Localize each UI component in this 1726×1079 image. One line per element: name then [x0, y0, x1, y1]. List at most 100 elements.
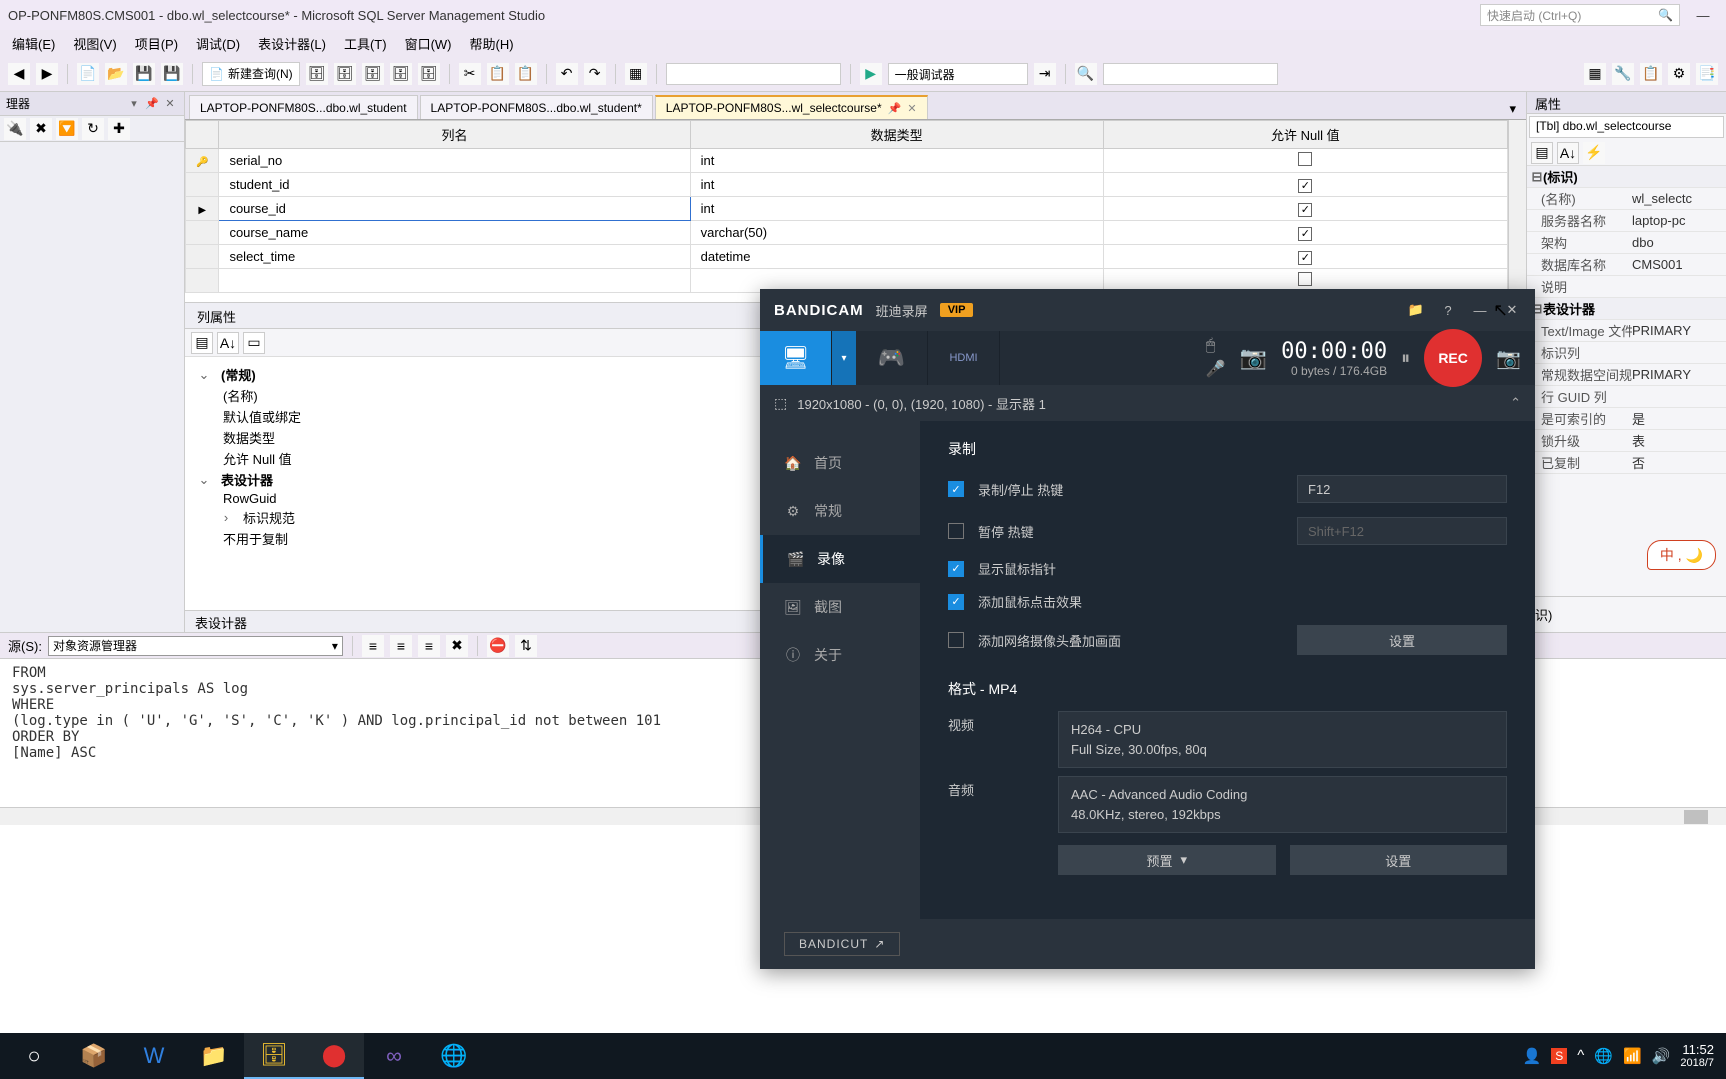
tab-wl-student-2[interactable]: LAPTOP-PONFM80S...dbo.wl_student*: [420, 95, 653, 119]
col-type-cell[interactable]: int: [690, 173, 1103, 197]
col-name-cell[interactable]: [219, 269, 690, 293]
tab-wl-selectcourse[interactable]: LAPTOP-PONFM80S...wl_selectcourse* 📌 ✕: [655, 95, 928, 119]
taskbar-vs-icon[interactable]: ∞: [364, 1033, 424, 1079]
db-icon-4[interactable]: 🗄: [390, 63, 412, 85]
properties-grid[interactable]: ⊟(标识) (名称)wl_selectc 服务器名称laptop-pc 架构db…: [1527, 166, 1726, 596]
copy-icon[interactable]: 📋: [487, 63, 509, 85]
webcam-toggle-icon[interactable]: 📷: [1240, 345, 1267, 371]
output-tool-4[interactable]: ✖: [446, 635, 468, 657]
execute-icon[interactable]: ▶: [860, 63, 882, 85]
taskbar-wps-icon[interactable]: W: [124, 1033, 184, 1079]
tab-overflow-icon[interactable]: ▾: [1503, 99, 1522, 119]
bandicam-titlebar[interactable]: BANDICAM 班迪录屏 VIP 📁 ? — ✕: [760, 289, 1535, 331]
header-allow-null[interactable]: 允许 Null 值: [1103, 121, 1507, 149]
col-null-cell[interactable]: [1103, 221, 1507, 245]
menu-view[interactable]: 视图(V): [65, 32, 124, 55]
new-icon[interactable]: 📄: [77, 63, 99, 85]
collapse-icon[interactable]: ⌃: [1510, 395, 1521, 411]
categorized-icon[interactable]: ▤: [191, 332, 213, 354]
events-icon[interactable]: ⚡: [1583, 142, 1605, 164]
menu-project[interactable]: 项目(P): [127, 32, 186, 55]
preset-button[interactable]: 预置▾: [1058, 845, 1276, 875]
sort-icon[interactable]: A↓: [217, 332, 239, 354]
col-type-cell[interactable]: datetime: [690, 245, 1103, 269]
header-data-type[interactable]: 数据类型: [690, 121, 1103, 149]
db-icon-3[interactable]: 🗄: [362, 63, 384, 85]
screenshot-icon[interactable]: 📷: [1496, 346, 1521, 371]
tray-sogou-icon[interactable]: S: [1551, 1048, 1567, 1064]
col-null-cell[interactable]: [1103, 245, 1507, 269]
output-tool-3[interactable]: ≡: [418, 635, 440, 657]
debug-step-icon[interactable]: ⇥: [1034, 63, 1056, 85]
ime-indicator[interactable]: 中 , 🌙: [1647, 540, 1716, 570]
nav-video[interactable]: 🎬录像: [760, 535, 920, 583]
col-name-cell[interactable]: student_id: [219, 173, 690, 197]
db-icon-5[interactable]: 🗄: [418, 63, 440, 85]
nav-about[interactable]: ⓘ关于: [760, 631, 920, 679]
save-icon[interactable]: 💾: [133, 63, 155, 85]
collapse-icon[interactable]: ⊟: [1531, 169, 1543, 185]
toolbox-icon-5[interactable]: 📑: [1696, 63, 1718, 85]
debug-combo[interactable]: 一般调试器: [888, 63, 1028, 85]
properties-object-selector[interactable]: [Tbl] dbo.wl_selectcourse: [1529, 116, 1724, 138]
scrollbar-thumb[interactable]: [1684, 810, 1708, 824]
input-record-hotkey[interactable]: F12: [1297, 475, 1507, 503]
settings-button[interactable]: 设置: [1297, 625, 1507, 655]
taskbar-browser-icon[interactable]: 🌐: [424, 1033, 484, 1079]
settings-button-2[interactable]: 设置: [1290, 845, 1508, 875]
pause-icon[interactable]: ⏸: [1401, 348, 1410, 369]
find-icon[interactable]: 🔍: [1075, 63, 1097, 85]
toolbox-icon-4[interactable]: ⚙: [1668, 63, 1690, 85]
checkbox-webcam-overlay[interactable]: [948, 632, 964, 648]
record-button[interactable]: REC: [1424, 329, 1482, 387]
menu-tools[interactable]: 工具(T): [336, 32, 395, 55]
new-query-button[interactable]: 📄 新建查询(N): [202, 62, 300, 86]
primary-key-icon[interactable]: [186, 149, 219, 173]
find-combo[interactable]: [1103, 63, 1278, 85]
tray-clock[interactable]: 11:52 2018/7: [1680, 1043, 1714, 1069]
taskbar-explorer-icon[interactable]: 📁: [184, 1033, 244, 1079]
refresh-icon[interactable]: ↻: [82, 118, 104, 140]
row-selector[interactable]: [186, 269, 219, 293]
tray-network-icon[interactable]: 🌐: [1594, 1047, 1613, 1065]
pin-icon[interactable]: 📌: [888, 102, 902, 115]
prop-server-value[interactable]: laptop-pc: [1632, 213, 1726, 228]
checkbox-record-hotkey[interactable]: ✓: [948, 481, 964, 497]
pages-icon[interactable]: ▭: [243, 332, 265, 354]
checkbox-pause-hotkey[interactable]: [948, 523, 964, 539]
tray-people-icon[interactable]: 👤: [1523, 1047, 1542, 1065]
select-area-icon[interactable]: ⬚: [774, 395, 787, 412]
col-name-cell[interactable]: select_time: [219, 245, 690, 269]
nav-home[interactable]: 🏠首页: [760, 439, 920, 487]
pin-icon[interactable]: 📌: [144, 96, 160, 112]
mic-toggle-icon[interactable]: 🖱🎤: [1206, 337, 1226, 379]
input-pause-hotkey[interactable]: Shift+F12: [1297, 517, 1507, 545]
tray-wifi-icon[interactable]: 📶: [1623, 1047, 1642, 1065]
add-icon[interactable]: ✚: [108, 118, 130, 140]
open-icon[interactable]: 📂: [105, 63, 127, 85]
menu-debug[interactable]: 调试(D): [188, 32, 248, 55]
toolbox-icon-2[interactable]: 🔧: [1612, 63, 1634, 85]
prop-db-value[interactable]: CMS001: [1632, 257, 1726, 272]
categorized-icon[interactable]: ▤: [1531, 142, 1553, 164]
filter-icon[interactable]: 🔽: [56, 118, 78, 140]
output-source-combo[interactable]: 对象资源管理器 ▾: [48, 636, 343, 656]
col-type-cell[interactable]: int: [690, 149, 1103, 173]
col-name-cell[interactable]: serial_no: [219, 149, 690, 173]
disconnect-icon[interactable]: ✖: [30, 118, 52, 140]
col-type-cell[interactable]: varchar(50): [690, 221, 1103, 245]
nav-image[interactable]: 🖼截图: [760, 583, 920, 631]
row-selector[interactable]: [186, 173, 219, 197]
game-mode-icon[interactable]: 🎮: [856, 331, 928, 385]
connect-icon[interactable]: 🔌: [4, 118, 26, 140]
paste-icon[interactable]: 📋: [515, 63, 537, 85]
resolution-bar[interactable]: ⬚ 1920x1080 - (0, 0), (1920, 1080) - 显示器…: [760, 385, 1535, 421]
sort-icon[interactable]: A↓: [1557, 142, 1579, 164]
output-clear-icon[interactable]: ⛔: [487, 635, 509, 657]
undo-icon[interactable]: ↶: [556, 63, 578, 85]
output-tool-2[interactable]: ≡: [390, 635, 412, 657]
minimize-button[interactable]: —: [1688, 4, 1718, 26]
screen-mode-dropdown[interactable]: ▾: [832, 331, 856, 385]
prop-schema-value[interactable]: dbo: [1632, 235, 1726, 250]
redo-icon[interactable]: ↷: [584, 63, 606, 85]
